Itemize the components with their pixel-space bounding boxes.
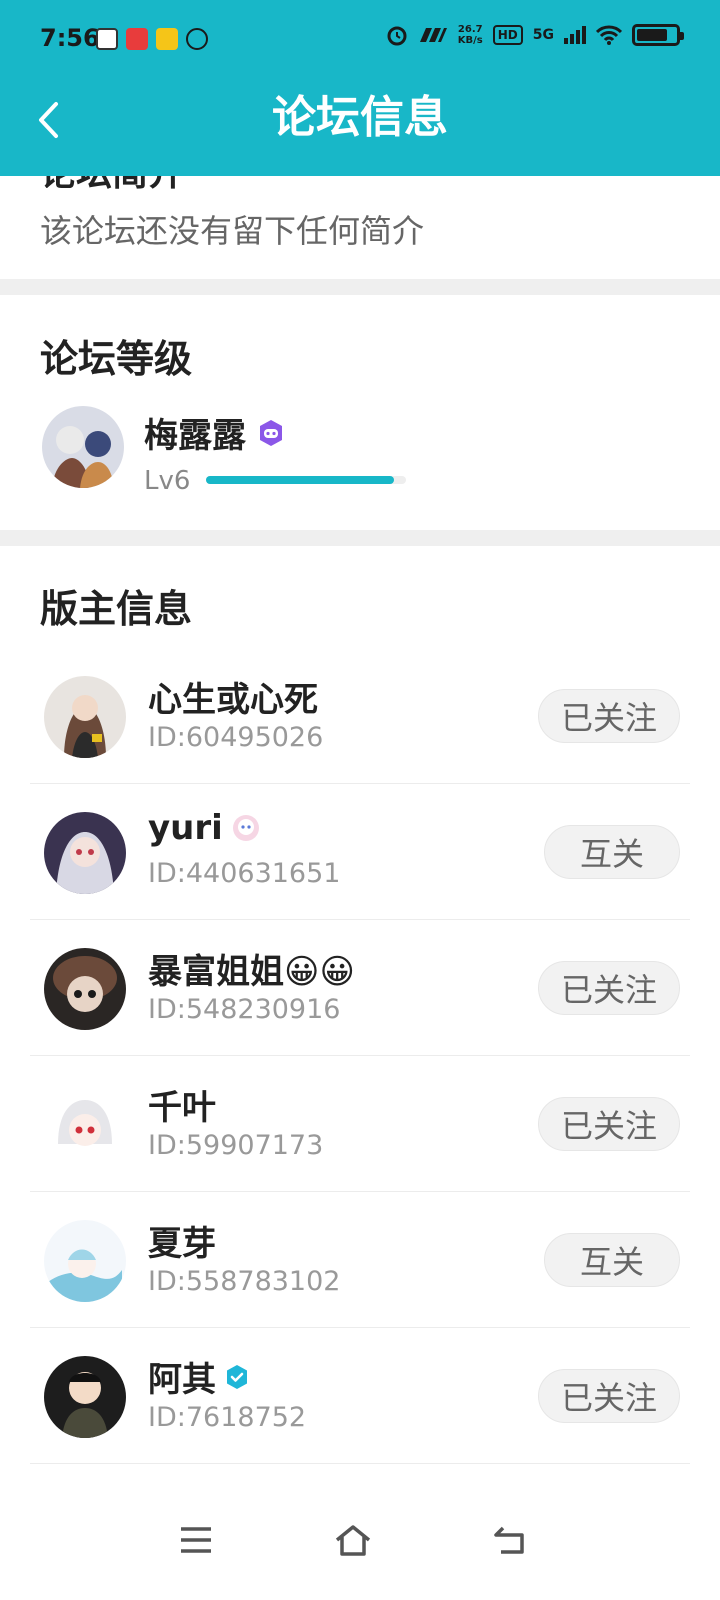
level-progress-fill — [206, 476, 394, 484]
owner-name: 梅露露 — [144, 416, 246, 456]
network-type: 5G — [532, 27, 554, 43]
netease-music-icon — [126, 28, 148, 50]
status-time: 7:56 — [40, 24, 100, 52]
speed-value: 26.7 — [457, 24, 483, 35]
avatar-badge-icon — [232, 815, 259, 841]
pause-app-icon — [186, 28, 208, 50]
moderator-id: ID:558783102 — [148, 1266, 341, 1297]
speed-unit: KB/s — [457, 35, 483, 46]
moderator-name: 暴富姐姐😀😀 — [148, 952, 355, 992]
video-app-icon — [96, 28, 118, 50]
moderator-name: yuri — [148, 808, 223, 848]
alarm-icon — [387, 26, 407, 46]
status-indicators: 26.7 KB/s HD 5G — [386, 24, 684, 46]
app-header: 7:56 26.7 KB/s HD 5G 论坛信息 — [0, 0, 720, 176]
moderator-name-row: 千叶 — [148, 1080, 216, 1129]
back-nav-button[interactable] — [480, 1510, 540, 1570]
page-title: 论坛信息 — [272, 92, 448, 143]
moderator-id: ID:7618752 — [148, 1402, 307, 1433]
moderator-name: 心生或心死 — [148, 680, 318, 720]
home-button[interactable] — [323, 1510, 383, 1570]
followed-button[interactable]: 已关注 — [538, 1097, 680, 1151]
moderator-avatar[interactable] — [44, 1356, 126, 1438]
return-icon — [494, 1526, 524, 1554]
moderator-name: 千叶 — [148, 1088, 216, 1128]
moderator-avatar[interactable] — [44, 676, 126, 758]
carrier-icon — [419, 28, 447, 42]
followed-button[interactable]: 已关注 — [538, 1369, 680, 1423]
battery-icon — [632, 24, 684, 46]
owner-name-row: 梅露露 — [144, 408, 286, 457]
moderator-row[interactable]: 千叶 ID:59907173 已关注 — [30, 1056, 690, 1192]
moderator-id: ID:60495026 — [148, 722, 324, 753]
moderators-section-title: 版主信息 — [40, 587, 193, 631]
level-progress-bar — [206, 476, 406, 484]
mail-app-icon — [156, 28, 178, 50]
home-icon — [335, 1525, 371, 1556]
section-divider — [0, 530, 720, 546]
mutual-follow-button[interactable]: 互关 — [544, 825, 680, 879]
owner-avatar[interactable] — [42, 406, 124, 488]
system-nav-bar — [0, 1490, 720, 1600]
menu-icon — [181, 1527, 211, 1553]
followed-button[interactable]: 已关注 — [538, 961, 680, 1015]
wifi-icon — [596, 25, 622, 45]
moderator-name: 阿其 — [148, 1360, 216, 1400]
moderator-name-row: yuri — [148, 808, 261, 848]
signal-icon — [564, 26, 586, 44]
moderator-name-row: 阿其 — [148, 1352, 250, 1401]
game-badge-icon — [260, 419, 282, 446]
mutual-follow-button[interactable]: 互关 — [544, 1233, 680, 1287]
moderator-avatar[interactable] — [44, 948, 126, 1030]
moderator-name-row: 暴富姐姐😀😀 — [148, 944, 355, 993]
menu-button[interactable] — [166, 1510, 226, 1570]
verified-icon — [227, 1364, 247, 1389]
moderator-name: 夏芽 — [148, 1224, 216, 1264]
section-divider — [0, 279, 720, 295]
moderator-avatar[interactable] — [44, 812, 126, 894]
moderator-id: ID:59907173 — [148, 1130, 324, 1161]
moderator-name-row: 心生或心死 — [148, 672, 318, 721]
status-bar: 7:56 26.7 KB/s HD 5G — [0, 0, 720, 80]
intro-text: 该论坛还没有留下任何简介 — [40, 212, 425, 250]
moderator-name-row: 夏芽 — [148, 1216, 216, 1265]
moderator-row[interactable]: 夏芽 ID:558783102 互关 — [30, 1192, 690, 1328]
level-section-title: 论坛等级 — [40, 337, 193, 381]
moderator-avatar[interactable] — [44, 1084, 126, 1166]
moderator-row[interactable]: yuri ID:440631651 互关 — [30, 784, 690, 920]
network-speed: 26.7 KB/s — [458, 24, 483, 46]
level-label: Lv6 — [144, 466, 191, 496]
moderator-row[interactable]: 阿其 ID:7618752 已关注 — [30, 1328, 690, 1464]
followed-button[interactable]: 已关注 — [538, 689, 680, 743]
moderator-row[interactable]: 心生或心死 ID:60495026 已关注 — [30, 648, 690, 784]
moderator-row[interactable]: 暴富姐姐😀😀 ID:548230916 已关注 — [30, 920, 690, 1056]
moderator-id: ID:440631651 — [148, 858, 341, 889]
moderator-id: ID:548230916 — [148, 994, 341, 1025]
moderator-avatar[interactable] — [44, 1220, 126, 1302]
hd-badge: HD — [492, 25, 523, 45]
